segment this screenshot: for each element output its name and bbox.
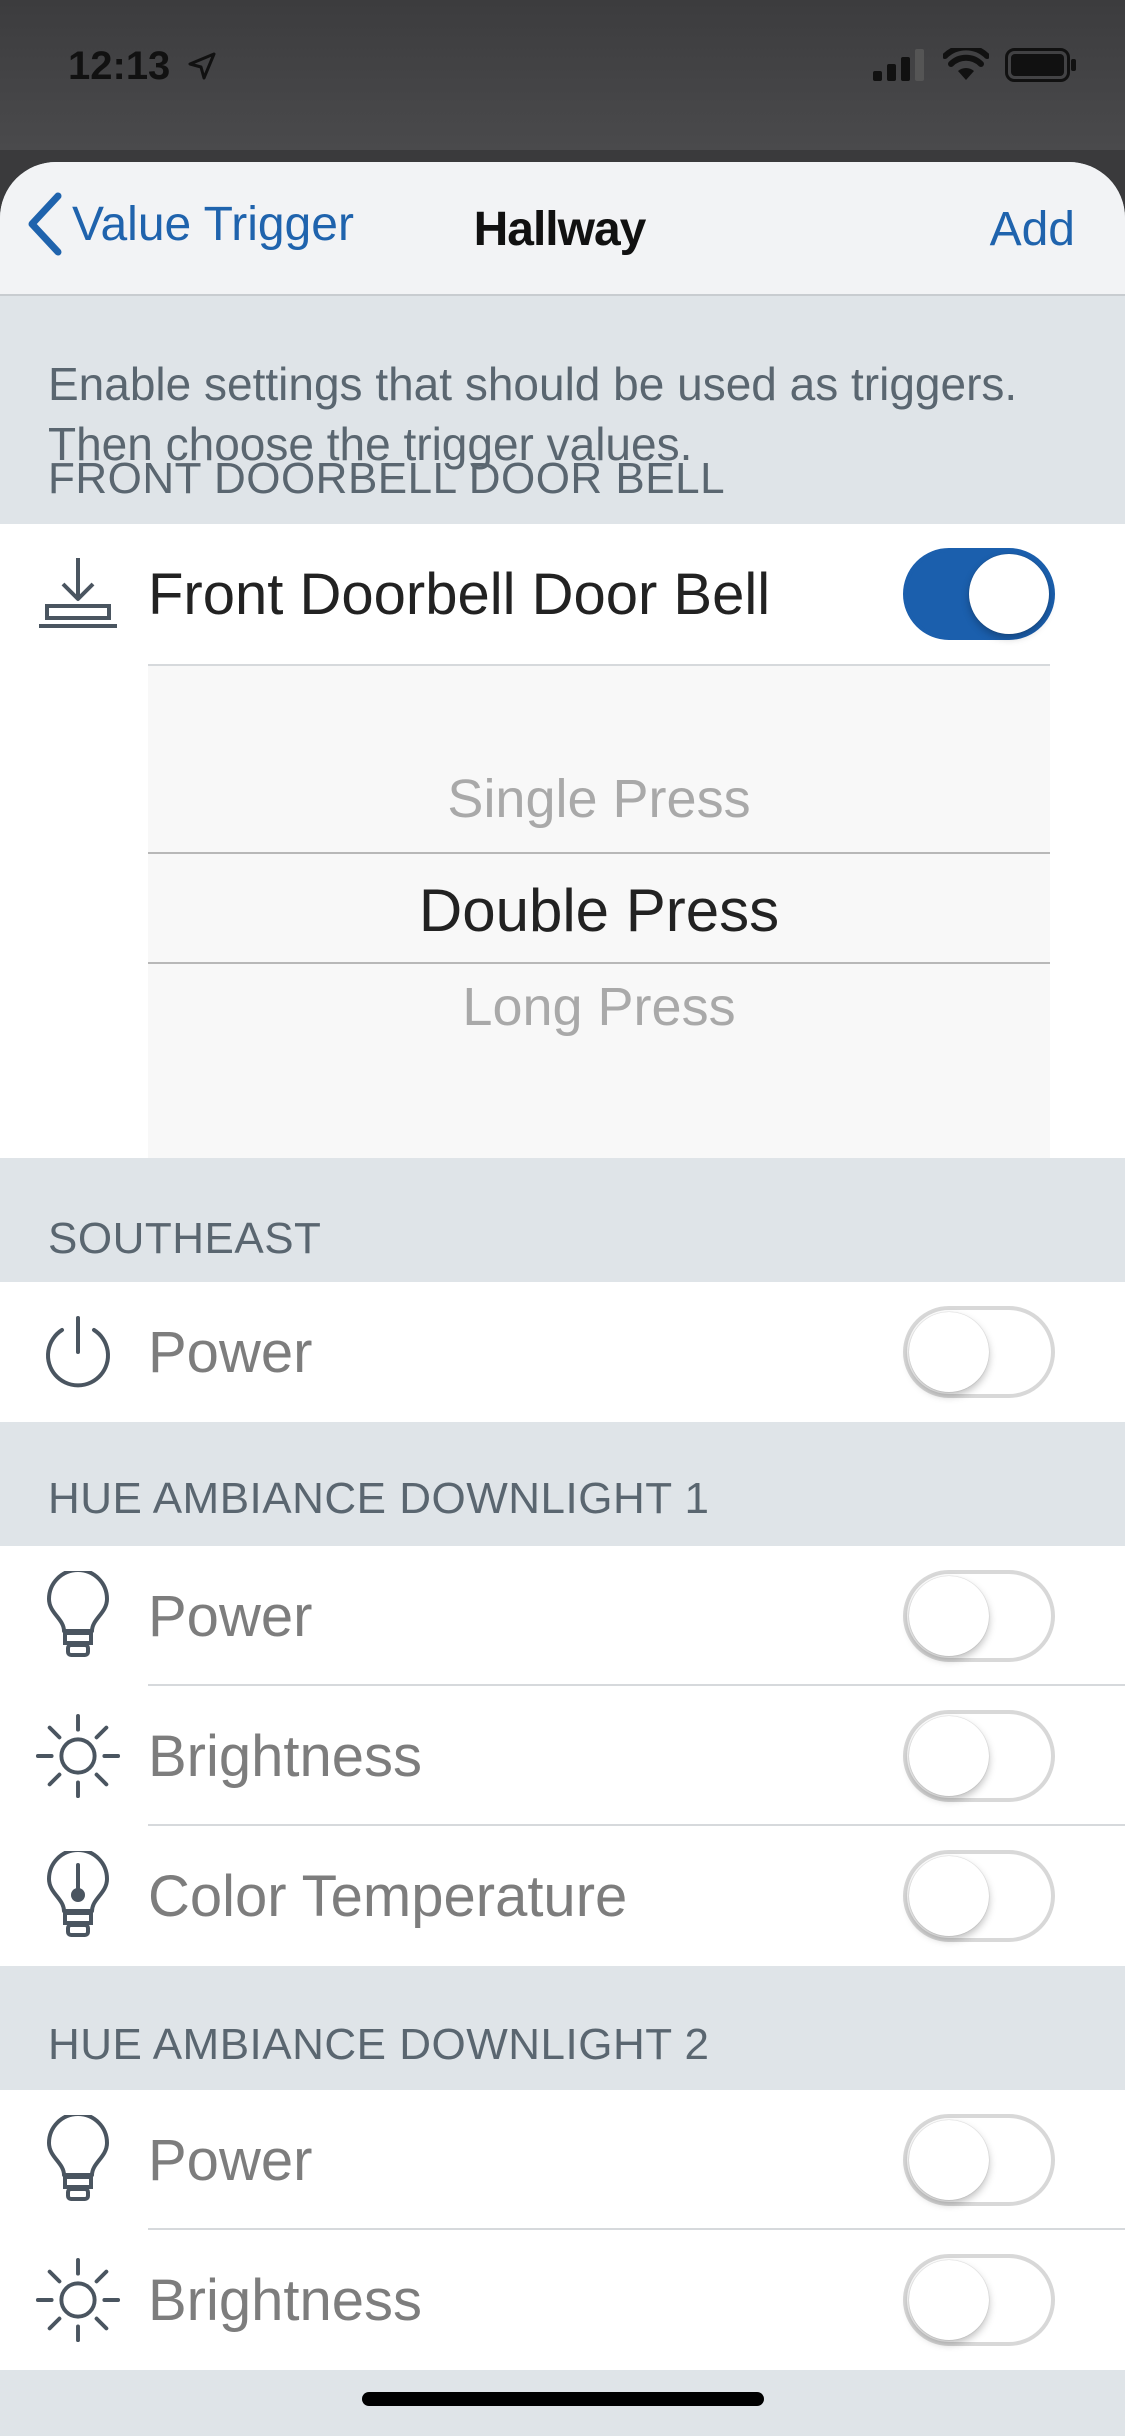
downlight1-color-temp-toggle[interactable]: [903, 1850, 1055, 1942]
status-time: 12:13: [68, 44, 171, 88]
toggle-knob: [909, 2120, 989, 2200]
downlight1-power-label: Power: [148, 1583, 313, 1649]
download-tray-icon: [34, 550, 122, 638]
picker-selection-top-line: [148, 852, 1050, 854]
picker-container: Single Press Double Press Long Press: [0, 664, 1125, 1158]
thermometer-bulb-icon: [34, 1851, 122, 1940]
location-arrow-icon: [188, 52, 216, 80]
add-button[interactable]: Add: [990, 202, 1075, 257]
downlight2-power-label: Power: [148, 2127, 313, 2193]
downlight1-color-temp-row: Color Temperature: [0, 1826, 1125, 1966]
section-header-doorbell: FRONT DOORBELL DOOR BELL: [48, 454, 726, 503]
modal-sheet: Value Trigger Hallway Add Enable setting…: [0, 162, 1125, 2436]
doorbell-toggle[interactable]: [903, 548, 1055, 640]
downlight1-color-temp-label: Color Temperature: [148, 1863, 628, 1929]
downlight1-brightness-toggle[interactable]: [903, 1710, 1055, 1802]
section-header-southeast: SOUTHEAST: [48, 1214, 322, 1263]
toggle-knob: [909, 1716, 989, 1796]
southeast-power-label: Power: [148, 1319, 313, 1385]
southeast-power-toggle[interactable]: [903, 1306, 1055, 1398]
downlight2-brightness-label: Brightness: [148, 2267, 423, 2333]
toggle-knob: [909, 2260, 989, 2340]
toggle-knob: [969, 554, 1049, 634]
press-type-picker[interactable]: Single Press Double Press Long Press: [148, 664, 1050, 1158]
status-bar: 12:13: [0, 0, 1125, 150]
picker-option-long-press[interactable]: Long Press: [148, 976, 1050, 1038]
downlight2-power-toggle[interactable]: [903, 2114, 1055, 2206]
brightness-sun-icon: [34, 2256, 122, 2344]
downlight2-brightness-toggle[interactable]: [903, 2254, 1055, 2346]
lightbulb-icon: [34, 2115, 122, 2204]
doorbell-label: Front Doorbell Door Bell: [148, 561, 771, 627]
toggle-knob: [909, 1576, 989, 1656]
picker-option-single-press[interactable]: Single Press: [148, 768, 1050, 830]
section-header-downlight-1: HUE AMBIANCE DOWNLIGHT 1: [48, 1474, 710, 1523]
home-indicator[interactable]: [362, 2392, 764, 2406]
picker-selection-bottom-line: [148, 962, 1050, 964]
doorbell-row: Front Doorbell Door Bell: [0, 524, 1125, 664]
downlight1-brightness-row: Brightness: [0, 1686, 1125, 1826]
brightness-sun-icon: [34, 1712, 122, 1800]
downlight1-power-toggle[interactable]: [903, 1570, 1055, 1662]
cellular-signal-icon: [873, 49, 924, 81]
power-icon: [34, 1308, 122, 1396]
picker-option-double-press[interactable]: Double Press: [148, 876, 1050, 945]
toggle-knob: [909, 1312, 989, 1392]
navigation-bar: Value Trigger Hallway Add: [0, 162, 1125, 296]
lightbulb-icon: [34, 1571, 122, 1660]
southeast-power-row: Power: [0, 1282, 1125, 1422]
downlight2-brightness-row: Brightness: [0, 2230, 1125, 2370]
downlight1-power-row: Power: [0, 1546, 1125, 1686]
downlight2-power-row: Power: [0, 2090, 1125, 2230]
section-header-downlight-2: HUE AMBIANCE DOWNLIGHT 2: [48, 2020, 710, 2069]
toggle-knob: [909, 1856, 989, 1936]
wifi-icon: [943, 48, 989, 80]
battery-icon: [1005, 48, 1076, 82]
downlight1-brightness-label: Brightness: [148, 1723, 423, 1789]
intro-text: Enable settings that should be used as t…: [48, 358, 1018, 470]
page-title: Hallway: [0, 202, 1125, 257]
page-title-text: Hallway: [473, 203, 647, 256]
